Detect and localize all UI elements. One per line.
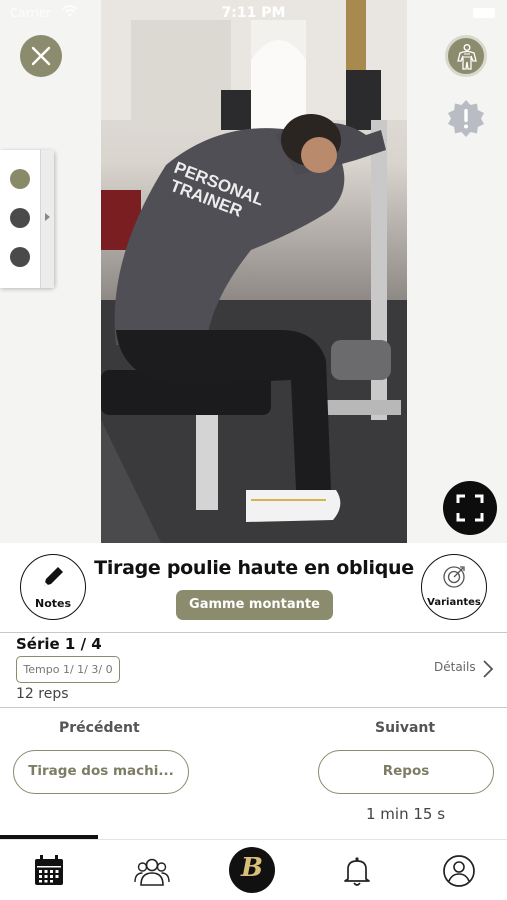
muscle-body-icon xyxy=(457,44,477,70)
fullscreen-icon xyxy=(456,494,484,522)
next-exercise-button[interactable]: Repos xyxy=(318,750,494,794)
bottom-tab-bar: B xyxy=(0,839,507,900)
exercise-video[interactable]: PERSONAL TRAINER xyxy=(101,0,407,543)
divider xyxy=(0,632,507,633)
series-counter: Série 1 / 4 xyxy=(16,635,102,653)
exercise-header: Notes Tirage poulie haute en oblique Gam… xyxy=(0,543,507,633)
profile-icon xyxy=(443,855,475,887)
chevron-right-icon[interactable] xyxy=(482,659,494,679)
close-icon xyxy=(31,46,51,66)
close-button[interactable] xyxy=(20,35,62,77)
notes-button[interactable]: Notes xyxy=(20,554,86,620)
exercise-title: Tirage poulie haute en oblique xyxy=(94,557,414,579)
pencil-icon xyxy=(44,567,63,586)
panel-toggle-tab[interactable] xyxy=(40,150,54,288)
next-header: Suivant xyxy=(375,720,436,736)
rest-time: 1 min 15 s xyxy=(366,805,446,823)
tab-profile[interactable] xyxy=(440,852,478,890)
variants-target-icon xyxy=(443,566,465,588)
status-time: 7:11 PM xyxy=(221,5,286,21)
tab-notifications[interactable] xyxy=(338,852,376,890)
variation-dot[interactable] xyxy=(10,247,30,267)
notes-label: Notes xyxy=(34,597,72,610)
muscle-map-button[interactable] xyxy=(445,35,487,77)
details-link[interactable]: Détails xyxy=(434,660,476,674)
reps-count: 12 reps xyxy=(16,686,69,702)
video-frame-illustration: PERSONAL TRAINER xyxy=(101,0,407,543)
tab-home[interactable]: B xyxy=(229,847,275,893)
chevron-right-icon xyxy=(45,213,50,221)
tab-calendar[interactable] xyxy=(30,852,68,890)
tempo-chip: Tempo 1/ 1/ 3/ 0 xyxy=(16,656,120,683)
variation-dot-active[interactable] xyxy=(10,169,30,189)
range-badge[interactable]: Gamme montante xyxy=(176,590,333,620)
tab-community[interactable] xyxy=(133,852,171,890)
battery-icon xyxy=(473,8,495,18)
bell-icon xyxy=(344,857,370,886)
fullscreen-button[interactable] xyxy=(443,481,497,535)
community-icon xyxy=(134,858,170,886)
home-logo-icon: B xyxy=(241,853,263,883)
variation-selector-panel xyxy=(0,150,54,288)
warning-badge-icon[interactable] xyxy=(446,98,486,138)
previous-exercise-button[interactable]: Tirage dos machi... xyxy=(13,750,189,794)
status-bar: Carrier 7:11 PM xyxy=(0,0,507,28)
variation-dot[interactable] xyxy=(10,208,30,228)
variantes-label: Variantes xyxy=(427,597,481,608)
exercise-media-area: PERSONAL TRAINER Carrier 7:11 PM xyxy=(0,0,507,543)
previous-header: Précédent xyxy=(59,720,140,736)
calendar-icon xyxy=(35,855,63,885)
variantes-button[interactable]: Variantes xyxy=(421,554,487,620)
divider xyxy=(0,707,507,708)
